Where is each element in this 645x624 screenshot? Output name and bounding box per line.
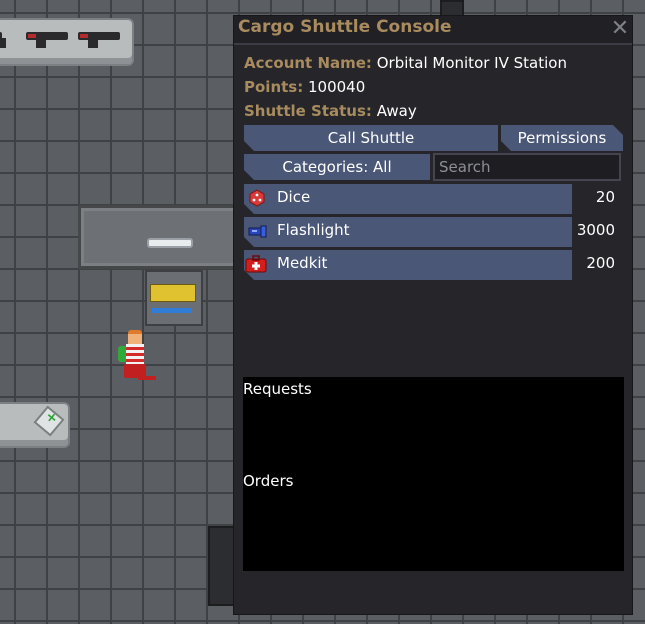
rifle-icon xyxy=(78,32,120,48)
points-value: 100040 xyxy=(308,78,366,96)
close-icon[interactable]: ✕ xyxy=(608,16,632,42)
points-line: Points: 100040 xyxy=(244,78,365,96)
medical-table xyxy=(0,402,70,448)
product-cost: 200 xyxy=(586,254,615,272)
product-name: Medkit xyxy=(277,254,328,272)
requests-orders-pane: Requests Orders xyxy=(243,377,624,571)
cargo-console-window: Cargo Shuttle Console ✕ Account Name: Or… xyxy=(233,15,633,615)
account-name-label: Account Name: xyxy=(244,54,372,72)
flashlight-icon xyxy=(246,222,268,240)
product-cost: 3000 xyxy=(576,221,615,239)
rifle-icon xyxy=(26,32,68,48)
medkit-icon xyxy=(242,255,270,273)
search-input[interactable] xyxy=(433,153,621,181)
title-bar[interactable]: Cargo Shuttle Console ✕ xyxy=(234,16,632,45)
vending-machine[interactable] xyxy=(145,270,203,326)
machine-lights xyxy=(152,308,192,313)
product-row-dice[interactable]: Dice xyxy=(244,184,572,214)
first-aid-kit-icon xyxy=(33,405,65,437)
product-cost: 20 xyxy=(595,188,615,206)
categories-dropdown[interactable]: Categories: All xyxy=(244,154,430,180)
product-name: Flashlight xyxy=(277,221,350,239)
account-name-line: Account Name: Orbital Monitor IV Station xyxy=(244,54,567,72)
permissions-button[interactable]: Permissions xyxy=(501,125,623,151)
account-name-value: Orbital Monitor IV Station xyxy=(376,54,567,72)
call-shuttle-button[interactable]: Call Shuttle xyxy=(244,125,498,151)
weapon-rack xyxy=(0,18,134,66)
shuttle-status-line: Shuttle Status: Away xyxy=(244,102,417,120)
product-name: Dice xyxy=(277,188,311,206)
requests-heading: Requests xyxy=(243,380,312,398)
wall-block xyxy=(78,205,239,269)
dice-icon xyxy=(246,189,268,207)
player-character[interactable] xyxy=(118,330,158,390)
points-label: Points: xyxy=(244,78,304,96)
product-row-flashlight[interactable]: Flashlight xyxy=(244,217,572,247)
product-row-medkit[interactable]: Medkit xyxy=(244,250,572,280)
orders-heading: Orders xyxy=(243,472,294,490)
window-title: Cargo Shuttle Console xyxy=(238,17,452,37)
shuttle-status-label: Shuttle Status: xyxy=(244,102,372,120)
shuttle-status-value: Away xyxy=(376,102,417,120)
light-fixture xyxy=(147,238,193,248)
machine-screen xyxy=(150,284,196,302)
rifle-icon xyxy=(0,32,6,48)
